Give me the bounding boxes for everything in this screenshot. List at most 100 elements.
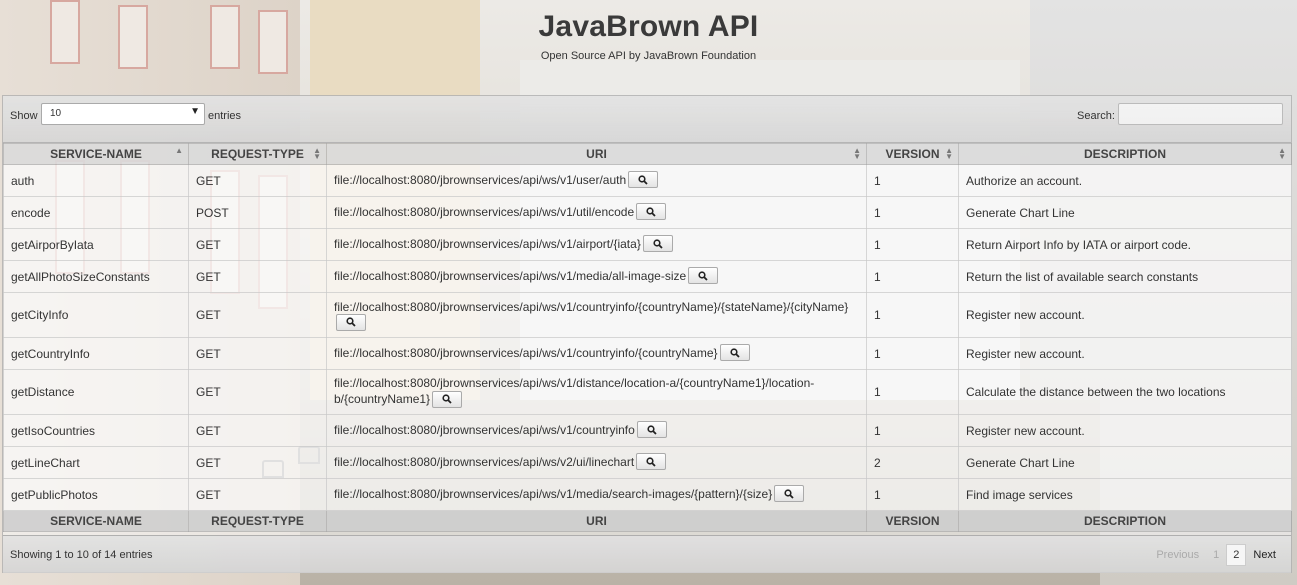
column-header-uri[interactable]: URI ▲ ▼ — [326, 143, 867, 165]
request-type-cell: GET — [188, 446, 327, 479]
table-toolbar: Show 10 ▼ entries Search: — [3, 96, 1291, 143]
search-input[interactable] — [1118, 103, 1283, 125]
uri-cell: file://localhost:8080/jbrownservices/api… — [326, 196, 867, 229]
view-uri-button[interactable] — [628, 171, 659, 189]
uri-cell: file://localhost:8080/jbrownservices/api… — [326, 446, 867, 479]
uri-cell: file://localhost:8080/jbrownservices/api… — [326, 337, 867, 370]
sort-both-icon: ▲ ▼ — [313, 146, 321, 161]
service-name-cell: auth — [3, 164, 189, 197]
description-cell: Authorize an account. — [958, 164, 1292, 197]
request-type-cell: GET — [188, 337, 327, 370]
magnifier-icon — [729, 348, 740, 358]
sort-both-icon: ▲ ▼ — [853, 146, 861, 161]
version-cell: 2 — [866, 446, 959, 479]
version-cell: 1 — [866, 414, 959, 447]
magnifier-icon — [638, 175, 648, 185]
footer-header-request-type: REQUEST-TYPE — [188, 510, 327, 532]
page-subtitle: Open Source API by JavaBrown Foundation — [540, 50, 757, 62]
sort-ascending-icon: ▲ — [175, 146, 183, 155]
version-cell: 1 — [866, 478, 959, 511]
column-header-request-type[interactable]: REQUEST-TYPE ▲ ▼ — [188, 143, 327, 165]
table-row: getIsoCountries GET file://localhost:8080/… — [3, 414, 1292, 447]
table-row: auth GET file://localhost:8080/jbrownservi… — [3, 164, 1292, 197]
column-header-version[interactable]: VERSION ▲ ▼ — [866, 143, 959, 165]
uri-text: file://localhost:8080/jbrownservices/api… — [334, 345, 718, 360]
uri-text: file://localhost:8080/jbrownservices/api… — [334, 268, 687, 283]
footer-header-service-name: SERVICE-NAME — [3, 510, 189, 532]
description-cell: Register new account. — [958, 337, 1292, 370]
footer-header-uri: URI — [326, 510, 867, 532]
description-cell: Register new account. — [958, 414, 1292, 447]
view-uri-button[interactable] — [432, 390, 463, 408]
description-cell: Calculate the distance between the two l… — [958, 369, 1292, 415]
table-row: getLineChart GET file://localhost:8080/jbr… — [3, 446, 1292, 479]
table-row: encode POST file://localhost:8080/jbrownse… — [3, 196, 1292, 229]
uri-text: file://localhost:8080/jbrownservices/api… — [334, 299, 849, 314]
service-name-cell: getAirporByIata — [3, 228, 189, 261]
version-cell: 1 — [866, 337, 959, 370]
table-row: getAllPhotoSizeConstants GET file://localh… — [3, 260, 1292, 293]
uri-cell: file://localhost:8080/jbrownservices/api… — [326, 164, 867, 197]
view-uri-button[interactable] — [642, 235, 673, 253]
description-cell: Find image services — [958, 478, 1292, 511]
uri-cell: file://localhost:8080/jbrownservices/api… — [326, 369, 867, 415]
page-header: JavaBrown API Open Source API by JavaBro… — [0, 0, 1297, 62]
entries-info: Showing 1 to 10 of 14 entries — [10, 549, 153, 561]
request-type-cell: GET — [188, 478, 327, 511]
view-uri-button[interactable] — [688, 267, 719, 285]
table-header-row: SERVICE-NAME ▲ REQUEST-TYPE ▲ ▼ URI ▲ ▼ VERSI… — [3, 143, 1292, 165]
version-cell: 1 — [866, 292, 959, 338]
column-header-description[interactable]: DESCRIPTION ▲ ▼ — [958, 143, 1292, 165]
view-uri-button[interactable] — [636, 453, 667, 471]
version-cell: 1 — [866, 228, 959, 261]
request-type-cell: GET — [188, 228, 327, 261]
version-cell: 1 — [866, 196, 959, 229]
description-cell: Generate Chart Line — [958, 446, 1292, 479]
view-uri-button[interactable] — [636, 203, 667, 221]
uri-text: file://localhost:8080/jbrownservices/api… — [334, 376, 815, 407]
view-uri-button[interactable] — [336, 313, 366, 331]
service-name-cell: getIsoCountries — [3, 414, 189, 447]
pagination-previous[interactable]: Previous — [1149, 544, 1206, 566]
service-name-cell: getPublicPhotos — [3, 478, 189, 511]
entries-per-page-select[interactable]: 10 ▼ — [41, 103, 205, 125]
request-type-cell: GET — [188, 164, 327, 197]
pagination-next[interactable]: Next — [1246, 544, 1283, 566]
uri-cell: file://localhost:8080/jbrownservices/api… — [326, 228, 867, 261]
view-uri-button[interactable] — [636, 421, 667, 439]
service-name-cell: getCountryInfo — [3, 337, 189, 370]
footer-header-version: VERSION — [866, 510, 959, 532]
uri-cell: file://localhost:8080/jbrownservices/api… — [326, 478, 867, 511]
magnifier-icon — [784, 489, 794, 499]
uri-text: file://localhost:8080/jbrownservices/api… — [334, 486, 773, 501]
version-cell: 1 — [866, 369, 959, 415]
magnifier-icon — [647, 425, 657, 435]
uri-cell: file://localhost:8080/jbrownservices/api… — [326, 414, 867, 447]
magnifier-icon — [442, 394, 452, 405]
magnifier-icon — [646, 457, 656, 467]
description-cell: Return the list of available search cons… — [958, 260, 1292, 293]
column-header-service-name[interactable]: SERVICE-NAME ▲ — [3, 143, 189, 165]
pagination: Previous 1 2 Next — [1149, 544, 1283, 566]
service-name-cell: getDistance — [3, 369, 189, 415]
entries-label: entries — [208, 110, 242, 122]
request-type-cell: POST — [188, 196, 327, 229]
uri-text: file://localhost:8080/jbrownservices/api… — [334, 422, 635, 437]
service-name-cell: getAllPhotoSizeConstants — [3, 260, 189, 293]
magnifier-icon — [698, 271, 708, 281]
service-name-cell: encode — [3, 196, 189, 229]
services-table: SERVICE-NAME ▲ REQUEST-TYPE ▲ ▼ URI ▲ ▼ VERSI… — [3, 143, 1292, 532]
view-uri-button[interactable] — [774, 485, 805, 503]
table-footer-row: SERVICE-NAME REQUEST-TYPE URI VERSION DE… — [3, 510, 1292, 532]
pagination-page-1[interactable]: 1 — [1206, 544, 1226, 566]
table-row: getCityInfo GET file://localhost:8080/jbro… — [3, 292, 1292, 338]
pagination-page-2[interactable]: 2 — [1226, 544, 1247, 566]
table-row: getDistance GET file://localhost:8080/jbro… — [3, 369, 1292, 415]
view-uri-button[interactable] — [719, 344, 750, 362]
service-name-cell: getCityInfo — [3, 292, 189, 338]
table-row: getCountryInfo GET file://localhost:8080/j… — [3, 337, 1292, 370]
request-type-cell: GET — [188, 414, 327, 447]
request-type-cell: GET — [188, 292, 327, 338]
uri-cell: file://localhost:8080/jbrownservices/api… — [326, 260, 867, 293]
show-label: Show — [10, 110, 38, 122]
